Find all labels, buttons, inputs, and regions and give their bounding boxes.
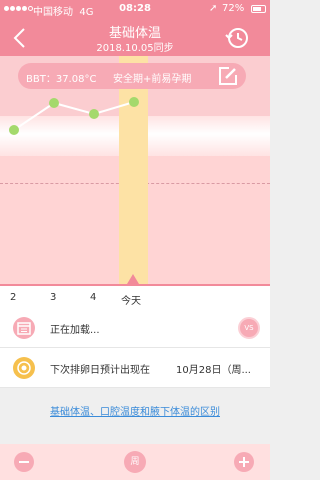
nav-bar: 基础体温 2018.10.05同步 (0, 20, 270, 56)
battery-percent: 72% (222, 3, 245, 14)
temperature-chart[interactable] (0, 56, 270, 284)
bbt-difference-link[interactable]: 基础体温、口腔温度和腋下体温的区别 (0, 403, 270, 418)
battery-icon (251, 5, 266, 13)
list-item-loading[interactable]: 正在加载... VS (0, 308, 270, 348)
axis-label-today: 今天 (121, 296, 141, 307)
vs-button[interactable]: VS (238, 317, 260, 339)
ovulation-date: 10月28日（周... (176, 365, 251, 376)
today-pointer (127, 274, 139, 284)
bbt-info-pill: BBT：37.08°C 安全期+前易孕期 (18, 63, 246, 89)
data-point[interactable] (49, 98, 59, 108)
location-icon: ➚ (209, 3, 218, 14)
data-point[interactable] (129, 97, 139, 107)
data-point[interactable] (89, 109, 99, 119)
info-link-area: 基础体温、口腔温度和腋下体温的区别 (0, 388, 270, 444)
week-button[interactable]: 周 (124, 451, 146, 473)
history-clock-icon[interactable] (224, 25, 250, 51)
ovulation-icon (13, 357, 35, 379)
cycle-phase: 安全期+前易孕期 (113, 74, 192, 85)
status-bar: 中国移动 4G 08:28 ➚ 72% (0, 0, 270, 20)
edit-icon[interactable] (218, 66, 238, 86)
data-point[interactable] (9, 125, 19, 135)
axis-label: 2 (10, 292, 17, 303)
axis-label: 4 (90, 292, 97, 303)
temperature-line (9, 97, 139, 135)
plus-icon[interactable] (233, 451, 255, 473)
axis-label: 3 (50, 292, 57, 303)
date-axis: 2 3 4 今天 (0, 284, 270, 308)
minus-icon[interactable] (13, 451, 35, 473)
bottom-toolbar: 周 (0, 444, 270, 480)
calendar-icon (13, 317, 35, 339)
list-item-ovulation[interactable]: 下次排卵日预计出现在 10月28日（周... (0, 348, 270, 388)
loading-text: 正在加载... (50, 325, 100, 336)
bbt-value: BBT：37.08°C (26, 74, 97, 85)
ovulation-label: 下次排卵日预计出现在 (50, 365, 150, 376)
